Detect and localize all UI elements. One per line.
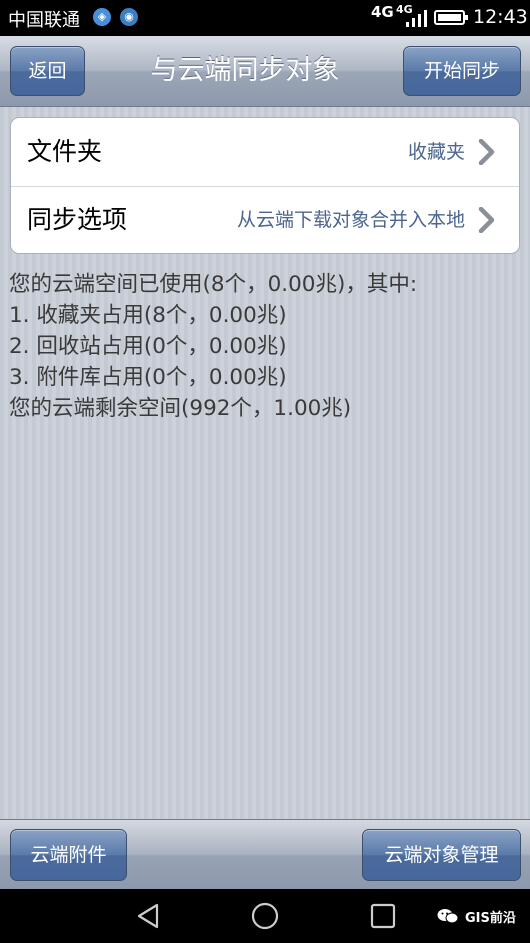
sync-option-row[interactable]: 同步选项 从云端下载对象合并入本地 [11,186,519,253]
storage-info-line: 3. 附件库占用(0个，0.00兆) [9,365,287,390]
cloud-attachments-button[interactable]: 云端附件 [10,829,127,881]
recent-apps-icon[interactable] [370,902,396,930]
chevron-right-icon [478,207,495,233]
folder-row[interactable]: 文件夹 收藏夹 [11,118,519,187]
sync-option-value: 从云端下载对象合并入本地 [236,209,465,231]
storage-info-line: 您的云端空间已使用(8个，0.00兆)，其中: [9,272,418,297]
wechat-icon [437,909,459,924]
cloud-object-management-button[interactable]: 云端对象管理 [362,829,521,881]
storage-info-line: 2. 回收站占用(0个，0.00兆) [9,334,287,359]
status-time: 12:43 [473,6,528,28]
network-type: 4G [371,3,394,21]
system-navigation-bar: GIS前沿 [0,889,530,943]
status-bar: 中国联通 ◈ ◉ 4G 4G 12:43 [0,0,530,36]
page-title: 与云端同步对象 [150,55,340,86]
battery-icon [434,10,468,25]
chevron-right-icon [478,139,495,165]
storage-info-line: 您的云端剩余空间(992个，1.00兆) [9,396,352,421]
folder-value: 收藏夹 [407,141,465,163]
back-triangle-icon[interactable] [135,902,161,930]
title-bar: 返回 与云端同步对象 开始同步 [0,36,530,107]
start-sync-button[interactable]: 开始同步 [403,46,521,96]
signal-icon [406,10,427,27]
storage-info: 您的云端空间已使用(8个，0.00兆)，其中: 1. 收藏夹占用(8个，0.00… [9,269,417,424]
folder-label: 文件夹 [27,137,103,166]
settings-group: 文件夹 收藏夹 同步选项 从云端下载对象合并入本地 [10,117,520,254]
home-circle-icon[interactable] [251,902,279,930]
carrier-name: 中国联通 [8,10,80,31]
back-button[interactable]: 返回 [10,46,85,96]
bottom-toolbar: 云端附件 云端对象管理 [0,819,530,890]
sync-option-label: 同步选项 [27,205,128,234]
shield-notification-icon: ◈ [93,8,111,26]
browser-notification-icon: ◉ [120,8,138,26]
storage-info-line: 1. 收藏夹占用(8个，0.00兆) [9,303,287,328]
watermark-text: GIS前沿 [465,911,516,926]
main-content: 文件夹 收藏夹 同步选项 从云端下载对象合并入本地 您的云端空间已使用(8个，0… [0,107,530,819]
